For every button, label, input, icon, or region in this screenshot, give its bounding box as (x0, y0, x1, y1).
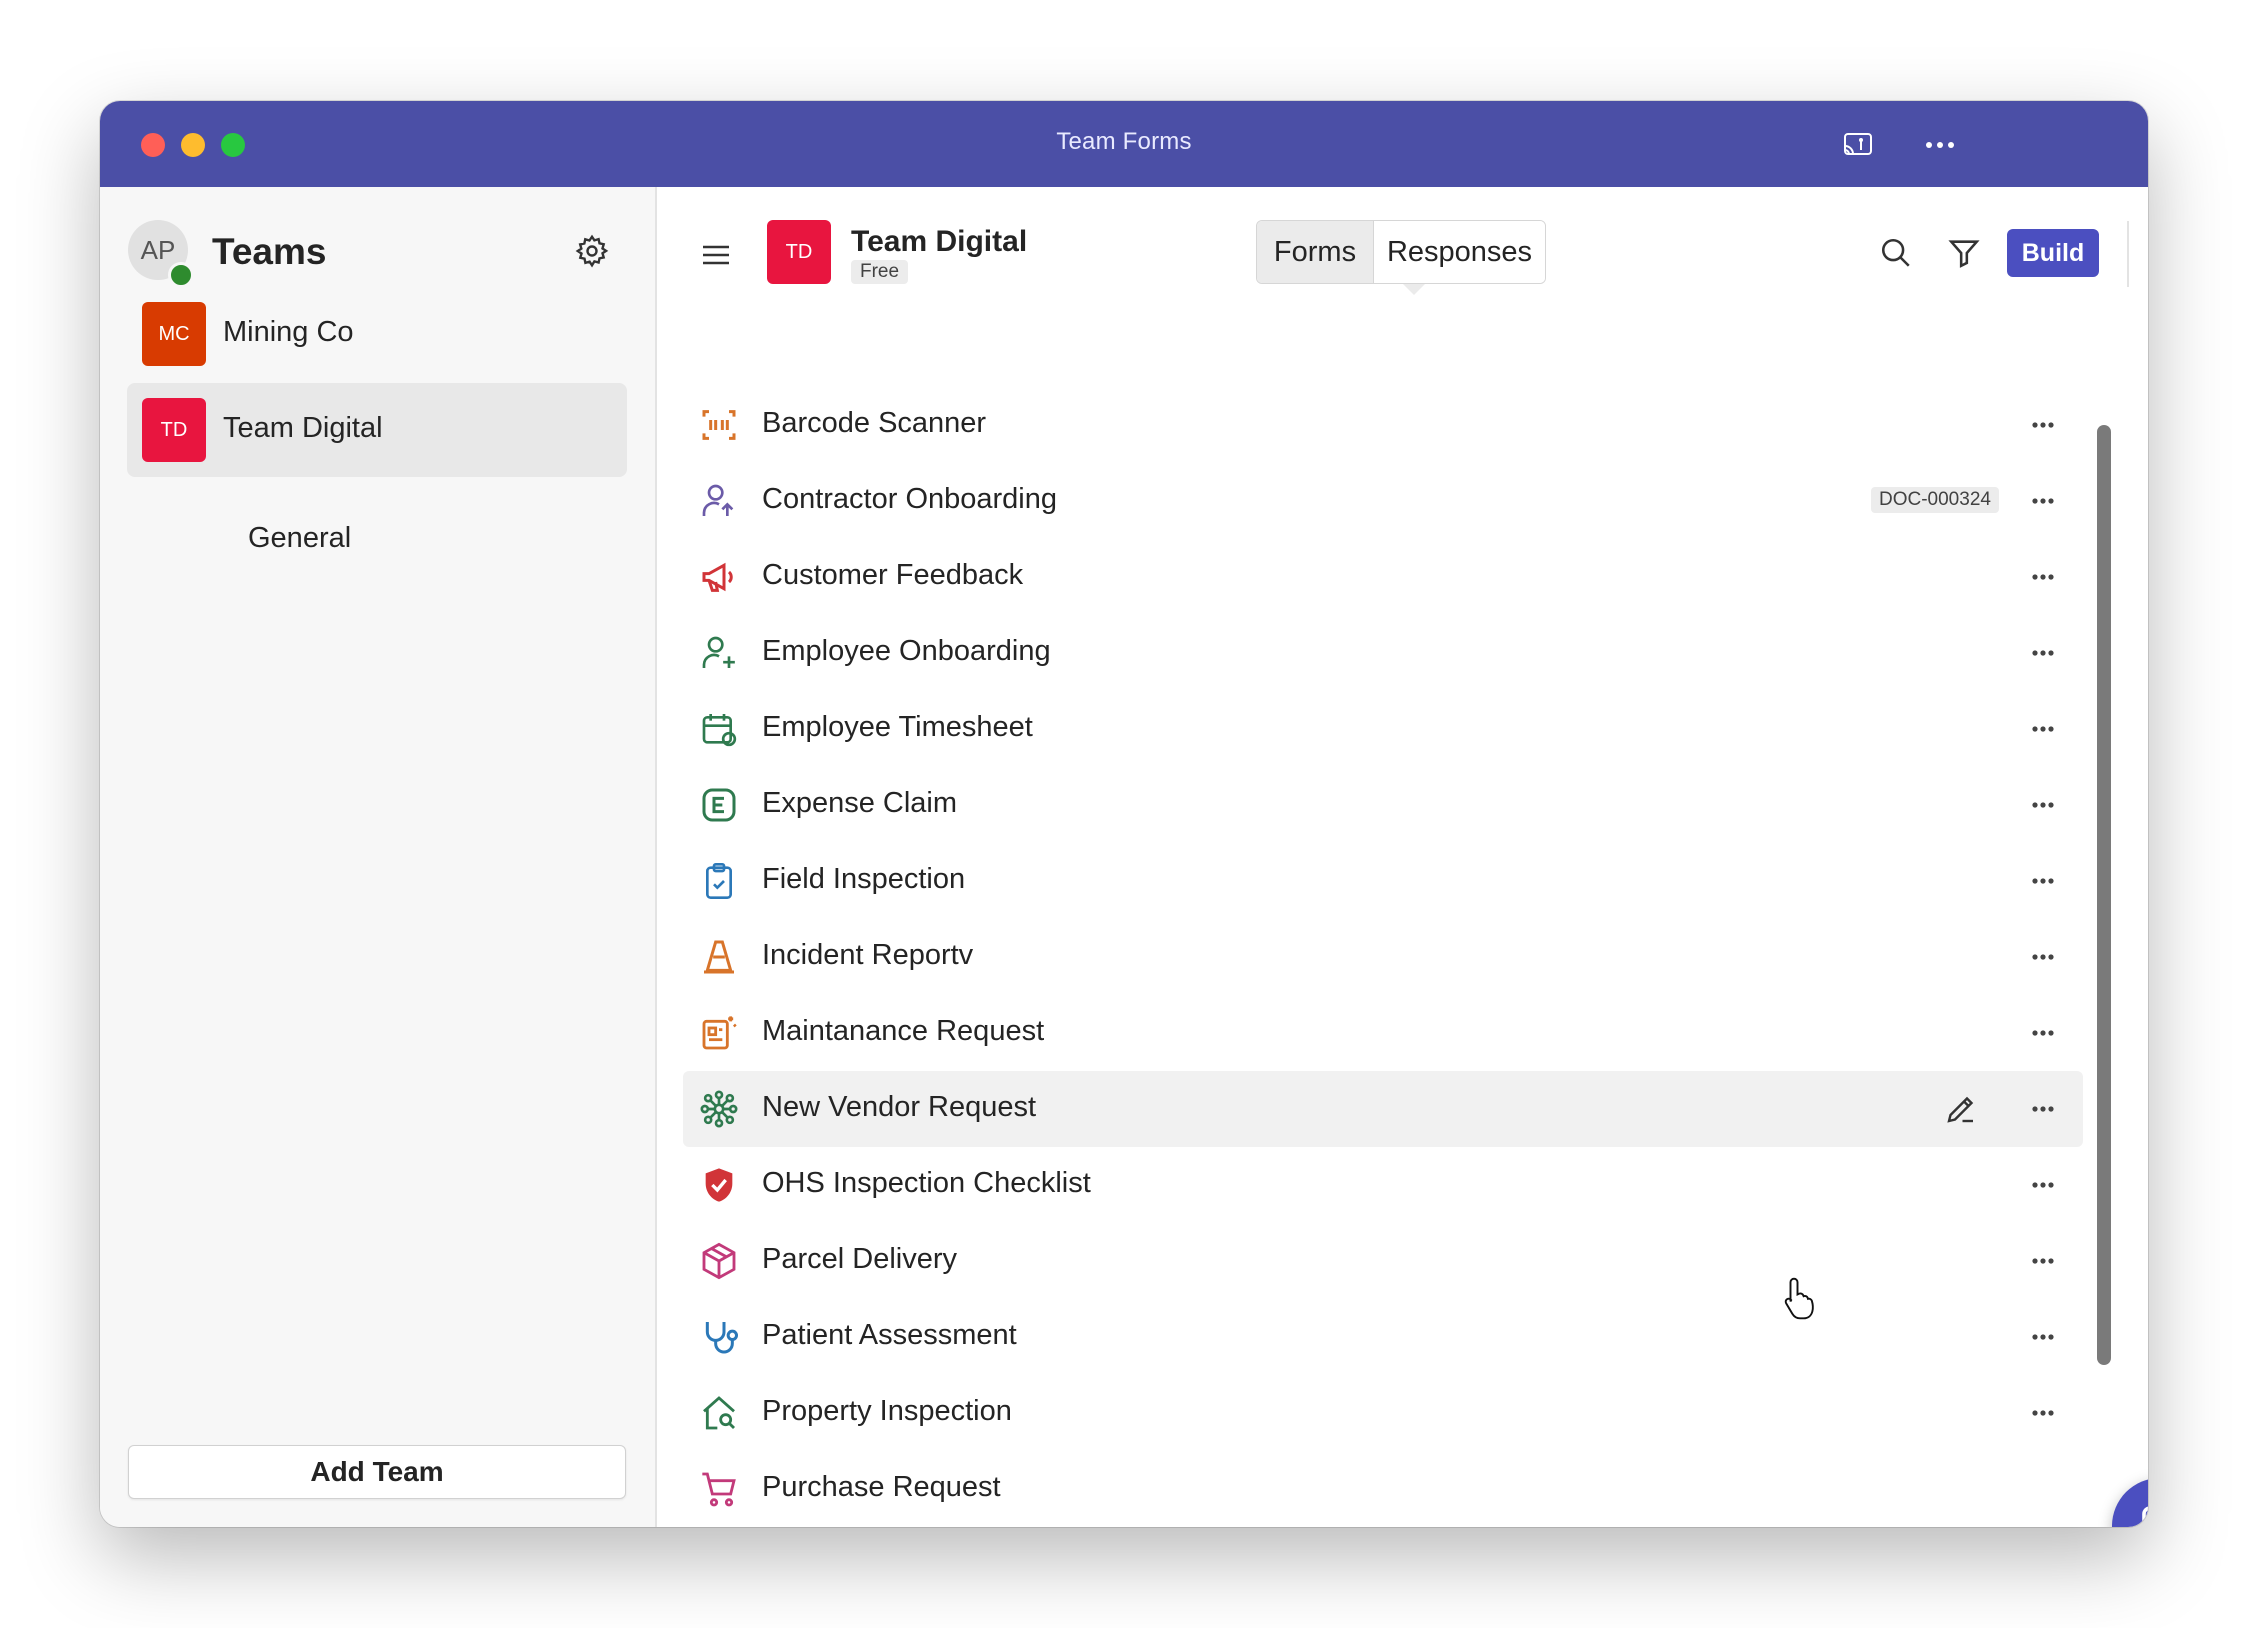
chat-support-button[interactable] (2112, 1478, 2148, 1527)
team-avatar: TD (142, 398, 206, 462)
list-item[interactable]: Incident Reportv (683, 919, 2083, 995)
more-options-icon[interactable] (2023, 1318, 2063, 1356)
form-name: New Vendor Request (762, 1091, 1037, 1123)
add-team-button[interactable]: Add Team (128, 1445, 626, 1499)
traffic-cone-icon (699, 937, 739, 977)
list-item[interactable]: Expense Claim (683, 767, 2083, 843)
network-icon (699, 1089, 739, 1129)
form-name: Employee Timesheet (762, 711, 1033, 743)
team-avatar: MC (142, 302, 206, 366)
more-options-icon[interactable] (2023, 482, 2063, 520)
filter-icon[interactable] (1947, 236, 1985, 274)
active-tab-pointer (1403, 284, 1425, 295)
pointer-cursor-icon (1780, 1275, 1822, 1321)
sidebar: AP Teams MC Mining Co TD Team Digital Ge… (100, 187, 657, 1527)
sidebar-item-mining-co[interactable]: MC Mining Co (127, 287, 627, 381)
more-options-icon[interactable] (2023, 862, 2063, 900)
megaphone-icon (699, 557, 739, 597)
plan-badge: Free (851, 260, 909, 284)
sidebar-title: Teams (212, 231, 327, 272)
person-add-icon (699, 633, 739, 673)
team-name: Mining Co (223, 316, 354, 348)
more-options-icon[interactable] (2023, 1166, 2063, 1204)
form-name: Maintanance Request (762, 1015, 1045, 1047)
barcode-scan-icon (699, 405, 739, 445)
app-window: Team Forms AP Teams MC Mining Co TD Team… (100, 101, 2148, 1527)
presence-indicator (168, 262, 194, 288)
scrollbar[interactable] (2097, 425, 2111, 1365)
list-item[interactable]: New Vendor Request (683, 1071, 2083, 1147)
list-item[interactable]: Employee Timesheet (683, 691, 2083, 767)
list-item[interactable]: Parcel Delivery (683, 1223, 2083, 1299)
document-sparkle-icon (699, 1013, 739, 1053)
list-item[interactable]: Barcode Scanner (683, 387, 2083, 463)
letter-e-icon (699, 785, 739, 825)
cart-icon (699, 1469, 739, 1509)
edit-icon[interactable] (1943, 1091, 1979, 1127)
cast-icon[interactable] (1838, 125, 1878, 165)
person-arrow-icon (699, 481, 739, 521)
form-name: Purchase Request (762, 1471, 1001, 1503)
list-item[interactable]: Customer Feedback (683, 539, 2083, 615)
more-options-icon[interactable] (2023, 1014, 2063, 1052)
more-options-icon[interactable] (1920, 125, 1960, 165)
list-item[interactable]: Patient Assessment (683, 1299, 2083, 1375)
gear-icon[interactable] (574, 233, 610, 269)
more-options-icon[interactable] (2023, 558, 2063, 596)
home-search-icon (699, 1393, 739, 1433)
more-options-icon[interactable] (2023, 1242, 2063, 1280)
stethoscope-icon (699, 1317, 739, 1357)
more-options-icon[interactable] (2023, 938, 2063, 976)
form-name: Expense Claim (762, 787, 958, 819)
search-icon[interactable] (1879, 236, 1917, 274)
tab-forms[interactable]: Forms (1257, 221, 1374, 283)
list-item[interactable]: Purchase Request (683, 1451, 2083, 1527)
calendar-clock-icon (699, 709, 739, 749)
form-name: Contractor Onboarding (762, 483, 1057, 515)
list-item[interactable]: Employee Onboarding (683, 615, 2083, 691)
list-item[interactable]: Maintanance Request (683, 995, 2083, 1071)
team-avatar: TD (767, 220, 831, 284)
view-tabs: Forms Responses (1256, 220, 1546, 284)
box-icon (699, 1241, 739, 1281)
more-options-icon[interactable] (2023, 1090, 2063, 1128)
title-bar: Team Forms (100, 101, 2148, 187)
list-item[interactable]: Property Inspection (683, 1375, 2083, 1451)
channel-general[interactable]: General (248, 522, 351, 555)
more-options-icon[interactable] (2023, 406, 2063, 444)
form-name: Parcel Delivery (762, 1243, 957, 1275)
shield-check-icon (699, 1165, 739, 1205)
sidebar-item-team-digital[interactable]: TD Team Digital (127, 383, 627, 477)
more-options-icon[interactable] (2023, 710, 2063, 748)
form-name: Customer Feedback (762, 559, 1024, 591)
more-options-icon[interactable] (2023, 786, 2063, 824)
build-button[interactable]: Build (2007, 229, 2099, 277)
clipboard-check-icon (699, 861, 739, 901)
team-name: Team Digital (223, 412, 383, 444)
form-list: Barcode Scanner Contractor Onboarding DO… (683, 387, 2083, 1527)
main-panel: TD Team Digital Free Forms Responses Bui… (657, 187, 2148, 1527)
list-item[interactable]: OHS Inspection Checklist (683, 1147, 2083, 1223)
list-item[interactable]: Field Inspection (683, 843, 2083, 919)
form-name: Employee Onboarding (762, 635, 1051, 667)
form-name: Incident Reportv (762, 939, 974, 971)
form-name: Patient Assessment (762, 1319, 1017, 1351)
more-options-icon[interactable] (2023, 634, 2063, 672)
doc-id-badge: DOC-000324 (1871, 487, 1999, 513)
form-name: Field Inspection (762, 863, 966, 895)
page-title: Team Digital (851, 225, 1028, 258)
menu-icon[interactable] (701, 243, 731, 271)
header-divider (2127, 221, 2129, 287)
form-name: Property Inspection (762, 1395, 1012, 1427)
tab-responses[interactable]: Responses (1374, 221, 1545, 283)
form-name: OHS Inspection Checklist (762, 1167, 1091, 1199)
list-item[interactable]: Contractor Onboarding DOC-000324 (683, 463, 2083, 539)
form-name: Barcode Scanner (762, 407, 987, 439)
more-options-icon[interactable] (2023, 1394, 2063, 1432)
